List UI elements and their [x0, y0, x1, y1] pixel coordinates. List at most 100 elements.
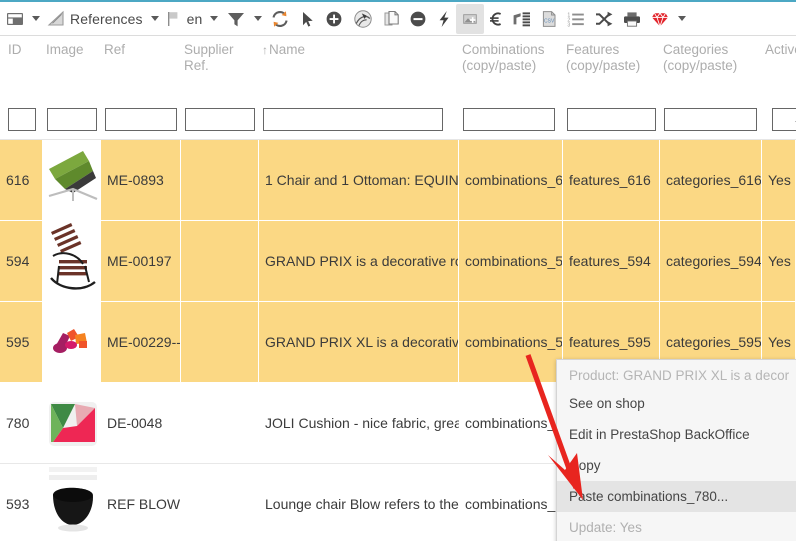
column-header-ref[interactable]: Ref	[104, 42, 176, 58]
cell-combinations: combinations_6	[459, 140, 563, 220]
cell-combinations: combinations_5	[459, 221, 563, 301]
cell-image[interactable]	[43, 140, 101, 220]
cell-categories: categories_594	[660, 221, 762, 301]
csv-export-icon[interactable]: CSV	[536, 4, 562, 34]
context-menu-item-update: Update: Yes	[557, 512, 796, 541]
cell-ref: ME-0893	[101, 140, 181, 220]
references-dropdown-arrow[interactable]	[147, 5, 163, 33]
references-label: References	[70, 11, 143, 27]
grid-filter-row: ⌄	[0, 102, 796, 140]
column-header-combinations[interactable]: Combinations (copy/paste)	[462, 42, 560, 74]
cell-combinations: combinations_	[459, 383, 563, 463]
cell-categories: categories_616	[660, 140, 762, 220]
joli-cushion-thumbnail	[43, 384, 101, 462]
cell-name: JOLI Cushion - nice fabric, grea	[259, 383, 459, 463]
print-icon[interactable]	[618, 4, 646, 34]
cell-id: 595	[0, 302, 43, 382]
ruby-gem-icon[interactable]	[646, 4, 674, 34]
cell-combinations: combinations_	[459, 464, 563, 541]
column-header-categories[interactable]: Categories (copy/paste)	[663, 42, 759, 74]
cell-ref: ME-00229--	[101, 302, 181, 382]
cell-features: features_616	[563, 140, 660, 220]
context-menu-title: Product: GRAND PRIX XL is a decor	[557, 364, 796, 388]
cell-name: 1 Chair and 1 Ottoman: EQUIN	[259, 140, 459, 220]
cell-image[interactable]	[43, 383, 101, 463]
cell-features: features_594	[563, 221, 660, 301]
column-header-image[interactable]: Image	[46, 42, 98, 58]
bolt-flash-icon[interactable]	[432, 4, 456, 34]
filter-funnel-icon[interactable]	[222, 4, 250, 34]
cell-supplier-ref	[181, 464, 259, 541]
cell-image[interactable]	[43, 221, 101, 301]
references-button[interactable]: References	[44, 4, 147, 34]
layout-view-dropdown-arrow[interactable]	[28, 5, 44, 33]
cell-name: GRAND PRIX XL is a decorativ	[259, 302, 459, 382]
cell-supplier-ref	[181, 383, 259, 463]
green-lounge-chair-thumbnail	[43, 141, 101, 219]
currency-euro-icon[interactable]	[484, 4, 508, 34]
cell-image[interactable]	[43, 464, 101, 541]
cell-id: 616	[0, 140, 43, 220]
filter-input-ref[interactable]	[105, 108, 177, 131]
cell-ref: REF BLOW	[101, 464, 181, 541]
cell-id: 594	[0, 221, 43, 301]
cell-active: Yes	[762, 140, 796, 220]
brown-rocking-chair-thumbnail	[43, 222, 101, 300]
svg-text:CSV: CSV	[544, 18, 555, 24]
cell-supplier-ref	[181, 140, 259, 220]
black-blow-lounge-chair-thumbnail	[43, 465, 101, 541]
grid-header-row: ID Image Ref Supplier Ref. ↑Name Combina…	[0, 36, 796, 102]
main-toolbar: References en	[0, 0, 796, 36]
layout-view-icon[interactable]	[2, 4, 28, 34]
column-header-active[interactable]: Active	[765, 42, 796, 58]
cell-supplier-ref	[181, 221, 259, 301]
ordered-list-icon[interactable]: 1 2 3	[562, 4, 590, 34]
mass-edit-icon[interactable]	[508, 4, 536, 34]
context-menu-item-see-on-shop[interactable]: See on shop	[557, 388, 796, 419]
duplicate-product-icon[interactable]	[348, 4, 378, 34]
context-menu: Product: GRAND PRIX XL is a decor See on…	[556, 359, 796, 541]
filter-input-id[interactable]	[8, 108, 36, 131]
language-dropdown-arrow[interactable]	[206, 5, 222, 33]
column-header-id[interactable]: ID	[8, 42, 44, 58]
filter-input-features[interactable]	[567, 108, 656, 131]
column-header-features[interactable]: Features (copy/paste)	[566, 42, 658, 74]
cell-name: Lounge chair Blow refers to the	[259, 464, 459, 541]
cell-active: Yes	[762, 221, 796, 301]
cell-combinations: combinations_5	[459, 302, 563, 382]
cell-name: GRAND PRIX is a decorative ro	[259, 221, 459, 301]
shuffle-icon[interactable]	[590, 4, 618, 34]
filter-select-active[interactable]	[772, 108, 796, 131]
add-image-icon[interactable]	[456, 4, 484, 34]
add-circle-icon[interactable]	[320, 4, 348, 34]
column-header-name[interactable]: ↑Name	[262, 42, 452, 58]
cell-ref: DE-0048	[101, 383, 181, 463]
filter-input-combinations[interactable]	[463, 108, 555, 131]
cell-image[interactable]	[43, 302, 101, 382]
filter-input-categories[interactable]	[664, 108, 757, 131]
cell-id: 593	[0, 464, 43, 541]
copy-page-icon[interactable]	[378, 4, 404, 34]
cell-id: 780	[0, 383, 43, 463]
filter-input-supplier-ref[interactable]	[185, 108, 255, 131]
cell-ref: ME-00197	[101, 221, 181, 301]
delete-minus-icon[interactable]	[404, 4, 432, 34]
colorful-chairs-thumbnail	[43, 303, 101, 381]
language-label: en	[187, 11, 203, 27]
context-menu-item-copy[interactable]: Copy	[557, 450, 796, 481]
column-header-supplier-ref[interactable]: Supplier Ref.	[184, 42, 252, 74]
table-row[interactable]: 594	[0, 221, 796, 302]
filter-input-image[interactable]	[47, 108, 97, 131]
filter-input-name[interactable]	[263, 108, 443, 131]
context-menu-item-edit-backoffice[interactable]: Edit in PrestaShop BackOffice	[557, 419, 796, 450]
refresh-icon[interactable]	[266, 4, 294, 34]
sort-ascending-icon: ↑	[262, 43, 268, 57]
cursor-pointer-icon[interactable]	[294, 4, 320, 34]
table-row[interactable]: 616 ME-0893 1 Chair	[0, 140, 796, 221]
language-button[interactable]: en	[163, 4, 207, 34]
context-menu-item-paste-combinations[interactable]: Paste combinations_780...	[557, 481, 796, 512]
app-root: References en	[0, 0, 796, 541]
filter-dropdown-arrow[interactable]	[250, 5, 266, 33]
toolbar-overflow-arrow[interactable]	[674, 5, 690, 33]
svg-text:3: 3	[568, 22, 571, 28]
